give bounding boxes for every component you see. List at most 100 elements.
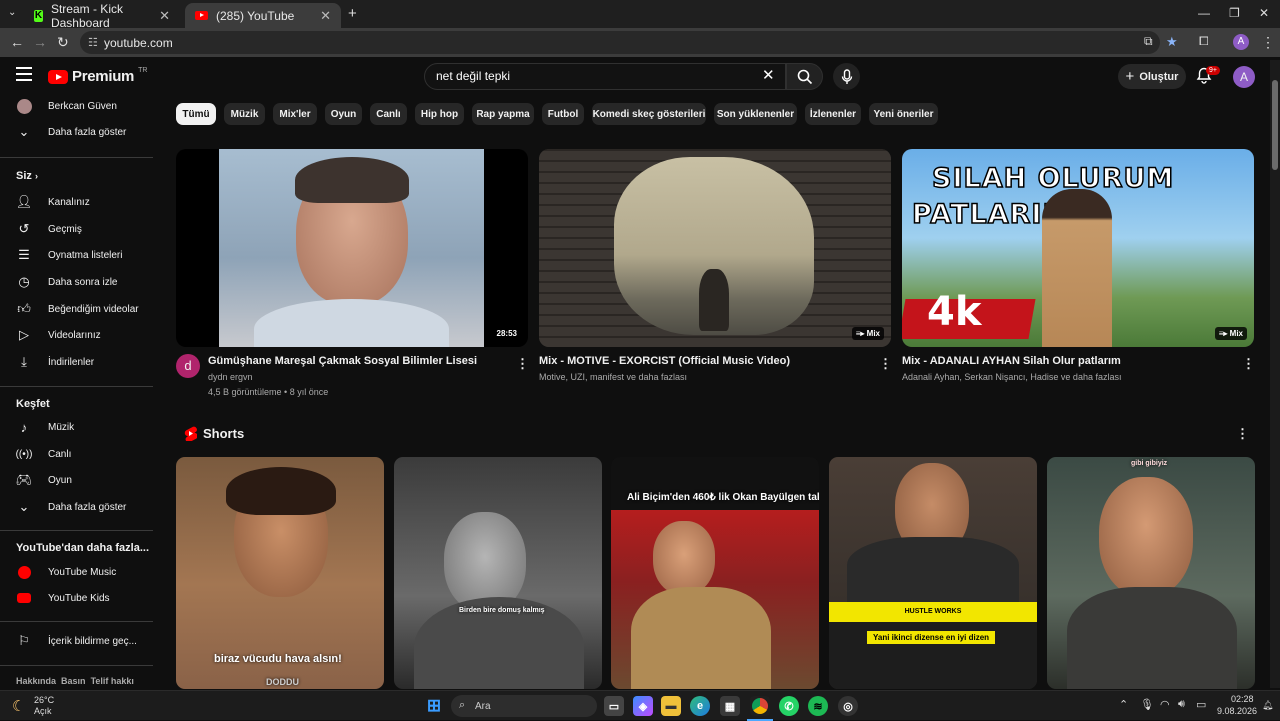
- menu-icon[interactable]: [16, 67, 32, 81]
- more-actions-icon[interactable]: ⋮: [1236, 426, 1249, 442]
- create-button[interactable]: + Oluştur: [1118, 64, 1186, 89]
- chip-mixes[interactable]: Mix'ler: [273, 103, 317, 125]
- sidebar-item-subscription[interactable]: Berkcan Güven: [0, 97, 155, 119]
- clock-time[interactable]: 02:28: [1231, 694, 1254, 704]
- more-actions-icon[interactable]: ⋮: [516, 356, 529, 372]
- sidebar-item-liked-videos[interactable]: 👍︎ Beğendiğim videolar: [0, 296, 155, 322]
- notification-center-icon[interactable]: 🔔︎: [1262, 700, 1273, 711]
- edge-browser-icon[interactable]: e: [690, 696, 710, 716]
- chip-recently-uploaded[interactable]: Son yüklenenler: [714, 103, 797, 125]
- spotify-icon[interactable]: ≋: [808, 696, 828, 716]
- close-tab-icon[interactable]: ✕: [320, 8, 331, 24]
- video-title[interactable]: Mix - MOTIVE - EXORCIST (Official Music …: [539, 355, 790, 367]
- voice-search-button[interactable]: [833, 63, 860, 90]
- sidebar-item-youtube-music[interactable]: YouTube Music: [0, 559, 155, 585]
- footer-link-copyright[interactable]: Telif hakkı: [91, 676, 134, 686]
- extensions-icon[interactable]: ⧠: [1199, 34, 1209, 49]
- microsoft-store-icon[interactable]: ▦: [720, 696, 740, 716]
- wifi-icon[interactable]: ◠: [1160, 698, 1170, 711]
- video-thumbnail[interactable]: ≡▸ Mix: [539, 149, 891, 347]
- sidebar-item-downloads[interactable]: ⤓ İndirilenler: [0, 349, 155, 375]
- short-card[interactable]: HUSTLE WORKS Yani ikinci dizense en iyi …: [829, 457, 1037, 689]
- sidebar-item-youtube-kids[interactable]: YouTube Kids: [0, 585, 155, 611]
- page-scrollbar[interactable]: [1270, 60, 1280, 688]
- chip-football[interactable]: Futbol: [542, 103, 584, 125]
- sidebar-item-gaming[interactable]: 🎮︎ Oyun: [0, 467, 155, 493]
- taskbar-search[interactable]: ⌕ Ara: [451, 695, 597, 717]
- chip-music[interactable]: Müzik: [224, 103, 265, 125]
- scrollbar-thumb[interactable]: [1272, 80, 1278, 170]
- chip-hip-hop[interactable]: Hip hop: [415, 103, 464, 125]
- account-avatar[interactable]: A: [1233, 66, 1255, 88]
- footer-link-press[interactable]: Basın: [61, 676, 86, 686]
- window-close-icon[interactable]: ✕: [1259, 6, 1269, 20]
- sidebar-item-history[interactable]: ↺ Geçmiş: [0, 216, 155, 242]
- close-tab-icon[interactable]: ✕: [159, 8, 170, 24]
- sidebar-item-report-history[interactable]: ⚐ İçerik bildirme geç...: [0, 628, 155, 654]
- weather-moon-icon[interactable]: ☾: [12, 697, 25, 715]
- reload-icon[interactable]: ↻: [57, 34, 69, 51]
- clear-search-icon[interactable]: ✕: [762, 66, 775, 84]
- restore-icon[interactable]: ❐: [1229, 6, 1240, 20]
- video-title[interactable]: Mix - ADANALI AYHAN Silah Olur patlarım: [902, 355, 1121, 367]
- bookmark-star-icon[interactable]: ★: [1166, 34, 1178, 50]
- sidebar-item-music[interactable]: ♪ Müzik: [0, 414, 155, 440]
- browser-menu-icon[interactable]: ⋮: [1261, 34, 1275, 51]
- channel-name[interactable]: dydn ergvn: [208, 372, 253, 382]
- browser-profile-icon[interactable]: A: [1233, 34, 1249, 50]
- more-actions-icon[interactable]: ⋮: [879, 356, 892, 372]
- short-card[interactable]: Birden bire domuş kalmış: [394, 457, 602, 689]
- windows-start-icon[interactable]: ⊞: [424, 696, 444, 716]
- channel-name[interactable]: Motive, UZI, manifest ve daha fazlası: [539, 372, 687, 382]
- chip-watched[interactable]: İzlenenler: [805, 103, 861, 125]
- new-tab-icon[interactable]: +: [348, 5, 357, 22]
- address-bar[interactable]: ☷ youtube.com: [80, 31, 1160, 54]
- sidebar-item-your-channel[interactable]: 👤︎ Kanalınız: [0, 189, 155, 215]
- video-thumbnail[interactable]: SILAH OLURUM PATLARIM 4k ≡▸ Mix: [902, 149, 1254, 347]
- sidebar-item-watch-later[interactable]: ◷ Daha sonra izle: [0, 269, 155, 295]
- volume-icon[interactable]: 🔊︎: [1178, 698, 1185, 711]
- tray-overflow-icon[interactable]: ⌃: [1119, 698, 1128, 711]
- footer-link-about[interactable]: Hakkında: [16, 676, 56, 686]
- search-button[interactable]: [786, 63, 823, 90]
- forward-icon[interactable]: →: [33, 34, 47, 50]
- chip-new-to-you[interactable]: Yeni öneriler: [869, 103, 938, 125]
- weather-temp[interactable]: 26°C: [34, 695, 54, 705]
- channel-avatar[interactable]: d: [176, 354, 200, 378]
- minimize-icon[interactable]: —: [1198, 6, 1210, 20]
- tab-list-icon[interactable]: ⌄: [8, 7, 16, 18]
- chip-rap[interactable]: Rap yapma: [472, 103, 534, 125]
- short-card[interactable]: gibi gibiyiz: [1047, 457, 1255, 689]
- battery-icon[interactable]: ▭: [1196, 698, 1206, 711]
- chrome-icon[interactable]: [750, 696, 770, 716]
- whatsapp-icon[interactable]: ✆: [779, 696, 799, 716]
- sidebar-item-playlists[interactable]: ☰ Oynatma listeleri: [0, 242, 155, 268]
- obs-studio-icon[interactable]: ◎: [838, 696, 858, 716]
- browser-tab-kick[interactable]: K Stream - Kick Dashboard ✕: [24, 2, 180, 30]
- short-card[interactable]: biraz vücudu hava alsın! DODDU: [176, 457, 384, 689]
- clock-date[interactable]: 9.08.2026: [1217, 706, 1257, 716]
- sidebar-section-you[interactable]: Siz ›: [16, 170, 38, 182]
- microphone-tray-icon[interactable]: 🎙︎: [1140, 698, 1154, 711]
- youtube-premium-logo[interactable]: Premium TR: [48, 67, 147, 85]
- chip-comedy-sketches[interactable]: Komedi skeç gösterileri: [592, 103, 706, 125]
- chip-live[interactable]: Canlı: [370, 103, 407, 125]
- chip-gaming[interactable]: Oyun: [325, 103, 362, 125]
- short-card[interactable]: Ali Biçim'den 460₺ lik Okan Bayülgen tak…: [611, 457, 819, 689]
- install-app-icon[interactable]: ⧉: [1144, 34, 1153, 49]
- sidebar-item-show-more[interactable]: ⌄ Daha fazla göster: [0, 119, 155, 145]
- channel-name[interactable]: Adanali Ayhan, Serkan Nişancı, Hadise ve…: [902, 372, 1121, 382]
- task-view-icon[interactable]: ▭: [604, 696, 624, 716]
- copilot-icon[interactable]: ◈: [633, 696, 653, 716]
- sidebar-item-live[interactable]: ((•)) Canlı: [0, 441, 155, 467]
- file-explorer-icon[interactable]: ▬: [661, 696, 681, 716]
- more-actions-icon[interactable]: ⋮: [1242, 356, 1255, 372]
- search-input[interactable]: net değil tepki: [424, 63, 786, 90]
- back-icon[interactable]: ←: [10, 34, 24, 50]
- browser-tab-youtube[interactable]: (285) YouTube ✕: [185, 3, 341, 28]
- site-info-icon[interactable]: ☷: [88, 36, 98, 49]
- sidebar-item-your-videos[interactable]: ▷ Videolarınız: [0, 322, 155, 348]
- chip-all[interactable]: Tümü: [176, 103, 216, 125]
- video-thumbnail[interactable]: 28:53: [176, 149, 528, 347]
- sidebar-item-show-more-explore[interactable]: ⌄ Daha fazla göster: [0, 494, 155, 520]
